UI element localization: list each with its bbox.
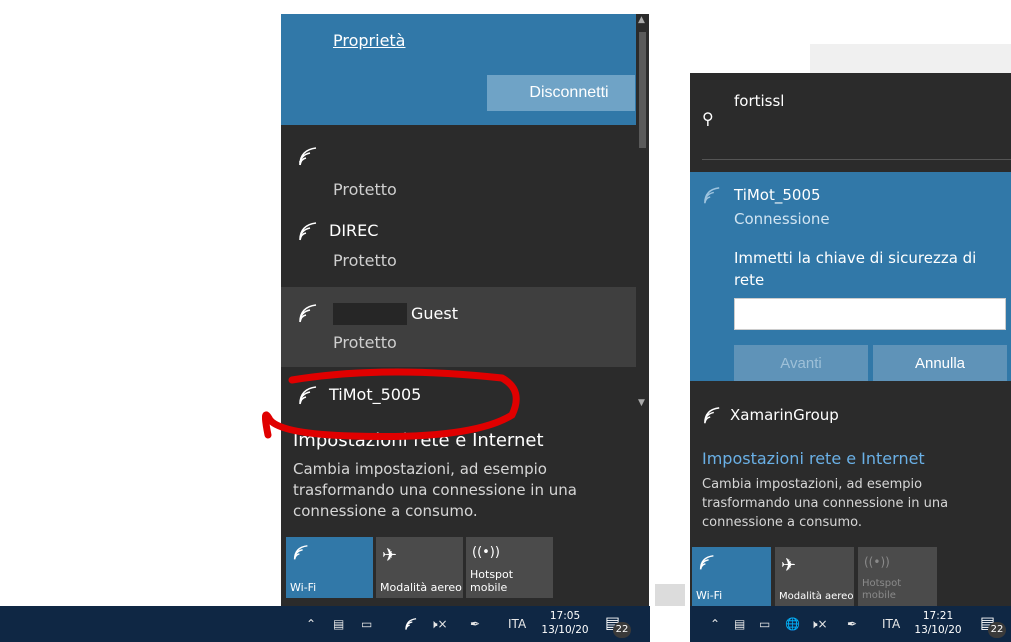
clock-date: 13/10/20 xyxy=(541,624,589,636)
wifi-icon xyxy=(297,147,319,167)
notification-center[interactable]: ▤ 22 xyxy=(605,613,631,638)
clock[interactable]: 17:21 13/10/20 xyxy=(913,609,963,637)
divider xyxy=(702,159,1011,160)
network-name: Guest xyxy=(411,304,458,323)
taskbar-left: ⌃ ▤ ▭ 🕨× ✒ ITA 17:05 13/10/20 ▤ 22 xyxy=(0,606,650,642)
network-settings-description: Cambia impostazioni, ad esempio trasform… xyxy=(293,460,577,520)
scrollbar-thumb[interactable] xyxy=(639,32,646,148)
redacted-block xyxy=(333,303,407,325)
network-status: Connessione xyxy=(734,210,830,228)
network-name: TiMot_5005 xyxy=(734,186,821,204)
quick-action-label: Hotspot mobile xyxy=(862,578,902,601)
security-key-prompt: Immetti la chiave di sicurezza di rete xyxy=(734,249,977,289)
pen-icon[interactable]: ✒ xyxy=(847,606,857,642)
pen-icon[interactable]: ✒ xyxy=(470,606,480,642)
wifi-icon xyxy=(297,222,319,242)
quick-action-airplane[interactable]: ✈ Modalità aereo xyxy=(775,547,854,606)
clock[interactable]: 17:05 13/10/20 xyxy=(540,609,590,637)
network-item[interactable]: Protetto xyxy=(281,125,636,209)
network-name: XamarinGroup xyxy=(730,406,839,424)
wifi-icon xyxy=(702,187,722,209)
clock-date: 13/10/20 xyxy=(914,624,962,636)
network-item[interactable]: XamarinGroup xyxy=(690,391,1011,441)
notification-count: 22 xyxy=(613,622,631,638)
notification-count: 22 xyxy=(988,622,1006,638)
wifi-locked-icon: ⚲ xyxy=(702,109,714,128)
properties-link[interactable]: Proprietà xyxy=(333,31,405,50)
airplane-icon: ✈ xyxy=(781,555,797,576)
connected-network-section: Proprietà Disconnetti xyxy=(281,14,636,125)
next-button[interactable]: Avanti xyxy=(734,345,868,381)
quick-action-wifi[interactable]: Wi-Fi xyxy=(286,537,373,598)
hotspot-icon: ((•)) xyxy=(472,545,500,560)
window-fragment xyxy=(655,584,685,606)
quick-action-airplane[interactable]: ✈ Modalità aereo xyxy=(376,537,463,598)
scrollbar[interactable]: ▲ ▼ xyxy=(636,14,649,414)
scroll-up-icon[interactable]: ▲ xyxy=(638,15,645,25)
wifi-icon xyxy=(698,555,716,576)
scroll-down-icon[interactable]: ▼ xyxy=(638,398,645,408)
hotspot-icon: ((•)) xyxy=(864,555,890,569)
quick-action-wifi[interactable]: Wi-Fi xyxy=(692,547,771,606)
clock-time: 17:05 xyxy=(549,610,581,622)
quick-action-label: Wi-Fi xyxy=(290,581,317,594)
clock-time: 17:21 xyxy=(922,610,954,622)
input-language[interactable]: ITA xyxy=(508,606,526,642)
highlight-ellipse xyxy=(262,368,520,441)
window-fragment xyxy=(810,44,1011,74)
notification-center[interactable]: ▤ 22 xyxy=(980,613,1006,638)
network-name: fortissl xyxy=(734,92,785,110)
show-hidden-icons-icon[interactable]: ⌃ xyxy=(306,606,316,642)
wifi-icon[interactable] xyxy=(404,606,418,642)
network-name: DIREC xyxy=(329,221,379,240)
cancel-button[interactable]: Annulla xyxy=(873,345,1007,381)
network-status: Protetto xyxy=(333,180,397,199)
right-network-flyout: ⚲ fortissl TiMot_5005 Connessione Immett… xyxy=(690,73,1011,606)
quick-action-label: Modalità aereo xyxy=(380,581,462,594)
network-item[interactable]: ⚲ fortissl xyxy=(690,73,1011,159)
show-hidden-icons-icon[interactable]: ⌃ xyxy=(710,606,720,642)
network-status: Protetto xyxy=(333,251,397,270)
left-network-flyout: Proprietà Disconnetti Protetto DIREC Pro… xyxy=(281,14,649,606)
network-settings-description: Cambia impostazioni, ad esempio trasform… xyxy=(702,477,949,530)
wifi-icon xyxy=(292,545,310,566)
disconnect-button[interactable]: Disconnetti xyxy=(487,75,635,111)
wifi-icon xyxy=(297,304,319,324)
input-language[interactable]: ITA xyxy=(882,606,900,642)
battery-icon[interactable]: ▭ xyxy=(361,606,372,642)
network-item[interactable]: Guest Protetto xyxy=(281,287,649,367)
volume-muted-icon[interactable]: 🕨× xyxy=(430,606,448,642)
network-status: Protetto xyxy=(333,333,397,352)
quick-action-hotspot[interactable]: ((•)) Hotspot mobile xyxy=(858,547,937,606)
quick-action-label: Wi-Fi xyxy=(696,589,723,602)
app-tray-icon[interactable]: ▤ xyxy=(333,606,344,642)
battery-icon[interactable]: ▭ xyxy=(759,606,770,642)
app-tray-icon[interactable]: ▤ xyxy=(734,606,745,642)
network-settings-link[interactable]: Impostazioni rete e Internet xyxy=(702,449,925,468)
taskbar-right: ⌃ ▤ ▭ 🌐 🕨× ✒ ITA 17:21 13/10/20 ▤ 22 xyxy=(690,606,1011,642)
quick-action-label: Hotspot mobile xyxy=(470,568,514,594)
quick-action-hotspot[interactable]: ((•)) Hotspot mobile xyxy=(466,537,553,598)
security-key-input[interactable] xyxy=(734,298,1006,330)
wifi-icon xyxy=(702,407,722,429)
quick-action-label: Modalità aereo xyxy=(779,591,854,602)
airplane-icon: ✈ xyxy=(382,545,398,566)
network-item[interactable]: DIREC Protetto xyxy=(281,209,636,287)
globe-icon[interactable]: 🌐 xyxy=(785,606,800,642)
volume-muted-icon[interactable]: 🕨× xyxy=(810,606,828,642)
